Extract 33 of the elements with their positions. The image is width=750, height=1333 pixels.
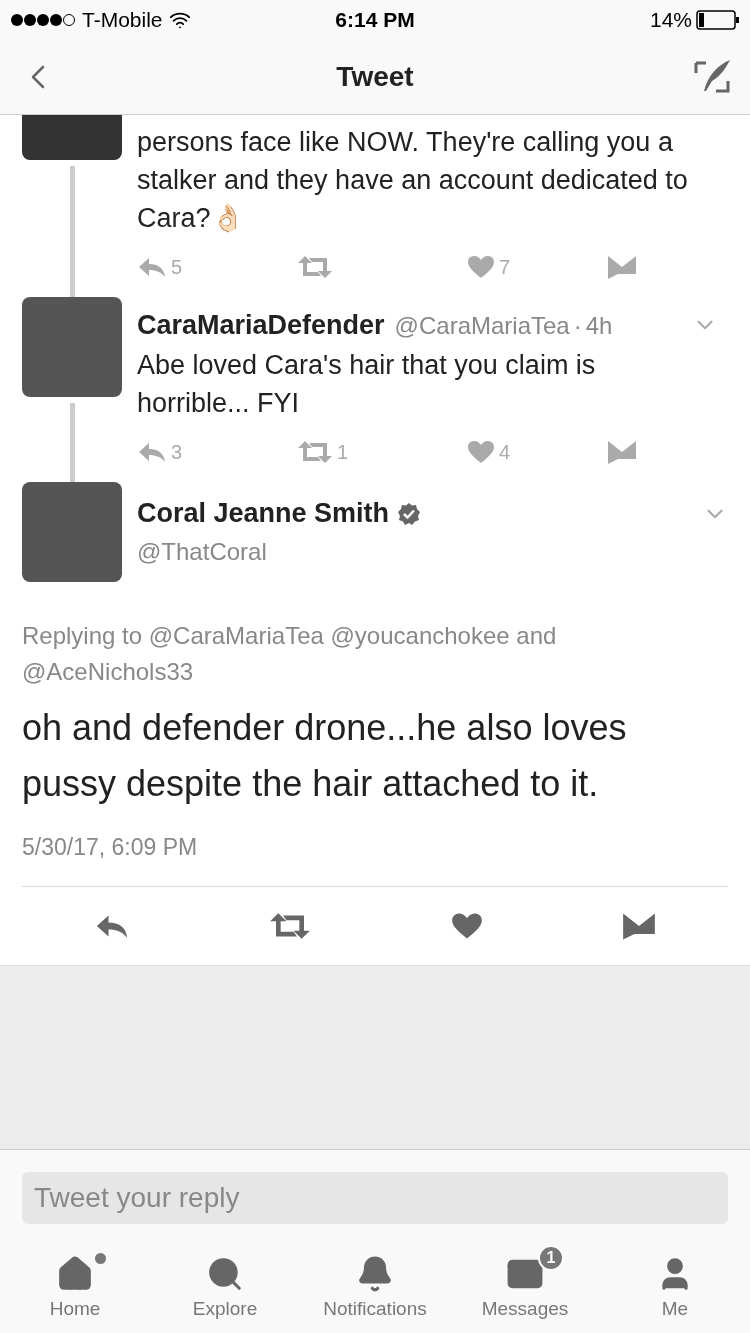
display-name[interactable]: CaraMariaDefender bbox=[137, 305, 385, 346]
tab-bar-item[interactable]: Explore bbox=[150, 1245, 300, 1333]
tweet-text: Abe loved Cara's hair that you claim is horrible... FYI bbox=[137, 348, 597, 420]
dot-separator: · bbox=[573, 311, 582, 341]
tab-bar-item[interactable]: Home bbox=[0, 1245, 150, 1333]
battery-icon bbox=[696, 10, 740, 30]
tab-bar-item[interactable]: Notifications bbox=[300, 1245, 450, 1333]
like-count: 4 bbox=[499, 439, 511, 465]
heart-icon[interactable] bbox=[450, 912, 483, 940]
battery-percent: 14% bbox=[649, 7, 692, 34]
display-name[interactable]: Coral Jeanne Smith bbox=[137, 493, 390, 534]
unread-count-badge: 1 bbox=[538, 1244, 564, 1271]
bell-icon bbox=[356, 1254, 394, 1293]
home-icon bbox=[56, 1254, 94, 1293]
reply-count: 5 bbox=[171, 255, 183, 280]
clock-time: 6:14 PM bbox=[334, 7, 416, 34]
page-title: Tweet bbox=[335, 60, 415, 94]
tweet-text: persons face like NOW. They're calling you a stalker and they have an account dedicated to Cara?👌🏻 bbox=[137, 126, 689, 235]
retweet-count: 1 bbox=[337, 439, 349, 465]
tab-bar-item[interactable]: 1 Messages bbox=[450, 1245, 600, 1333]
retweet-icon[interactable] bbox=[269, 912, 312, 940]
carrier-name: T-Mobile bbox=[82, 7, 163, 34]
tweet-text: oh and defender drone...he also loves pussy despite the hair attached to it. bbox=[22, 705, 628, 806]
like-count: 7 bbox=[499, 255, 511, 280]
replying-to-text: Replying to @CaraMariaTea @youcanchokee and @AceNichols33 bbox=[22, 620, 558, 687]
reply-field[interactable]: Tweet your reply bbox=[22, 1171, 728, 1224]
signal-dots-icon bbox=[10, 13, 76, 27]
tweet-age: 4h bbox=[585, 311, 613, 341]
username[interactable]: @CaraMariaTea bbox=[394, 308, 570, 344]
reply-count: 3 bbox=[171, 439, 183, 465]
tab-bar-item[interactable]: Me bbox=[600, 1245, 750, 1333]
username[interactable]: @ThatCoral bbox=[137, 537, 267, 565]
tweet-timestamp: 5/30/17, 6:09 PM bbox=[22, 829, 728, 887]
